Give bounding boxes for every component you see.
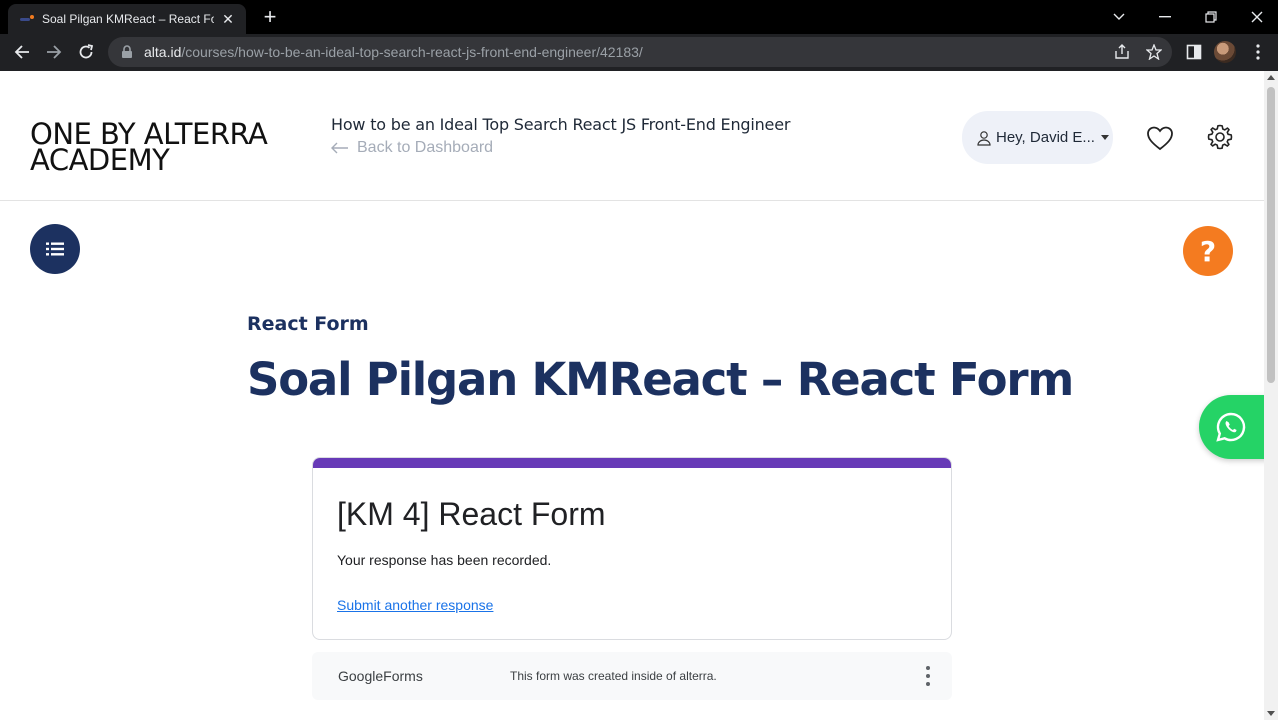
submit-another-response-link[interactable]: Submit another response <box>337 597 493 613</box>
help-button[interactable]: ? <box>1183 226 1233 276</box>
gear-icon[interactable] <box>1206 123 1234 151</box>
left-arrow-icon <box>331 142 348 154</box>
tab-search-icon[interactable] <box>1096 0 1142 34</box>
page-scrollbar[interactable] <box>1264 71 1278 720</box>
lesson-title: Soal Pilgan KMReact – React Form <box>247 353 1074 406</box>
heart-icon[interactable] <box>1146 125 1174 151</box>
more-options-icon[interactable] <box>924 666 932 686</box>
browser-titlebar: Soal Pilgan KMReact – React Form ✕ + <box>0 0 1278 34</box>
chevron-down-icon <box>1100 135 1109 140</box>
google-forms-logo-forms: Forms <box>383 668 423 684</box>
browser-toolbar: alta.id/courses/how-to-be-an-ideal-top-s… <box>0 34 1278 71</box>
scroll-up-icon[interactable] <box>1267 75 1275 80</box>
tab-title: Soal Pilgan KMReact – React Form <box>42 12 214 26</box>
browser-menu-icon[interactable] <box>1248 42 1268 62</box>
form-title: [KM 4] React Form <box>337 496 606 532</box>
user-greeting: Hey, David E... <box>996 129 1095 146</box>
user-menu-button[interactable]: Hey, David E... <box>962 111 1113 164</box>
new-tab-button[interactable]: + <box>260 6 280 28</box>
google-forms-logo[interactable]: GoogleForms <box>338 668 423 684</box>
google-forms-footer: GoogleForms This form was created inside… <box>312 652 952 700</box>
section-label: React Form <box>247 313 369 335</box>
address-bar[interactable]: alta.id/courses/how-to-be-an-ideal-top-s… <box>108 37 1172 67</box>
list-icon <box>46 242 64 256</box>
form-confirmation-message: Your response has been recorded. <box>337 552 552 568</box>
google-form-card: [KM 4] React Form Your response has been… <box>312 457 952 640</box>
whatsapp-icon <box>1216 412 1246 442</box>
scrollbar-thumb[interactable] <box>1267 87 1275 383</box>
tab-close-icon[interactable]: ✕ <box>220 11 236 27</box>
whatsapp-button[interactable] <box>1199 395 1264 459</box>
google-forms-logo-google: Google <box>338 668 384 684</box>
browser-tab[interactable]: Soal Pilgan KMReact – React Form ✕ <box>8 4 246 34</box>
course-outline-button[interactable] <box>30 224 80 274</box>
reload-icon[interactable] <box>72 38 100 66</box>
side-panel-icon[interactable] <box>1184 42 1204 62</box>
scroll-down-icon[interactable] <box>1267 711 1275 716</box>
url-path: /courses/how-to-be-an-ideal-top-search-r… <box>181 44 643 60</box>
site-logo[interactable]: ONE BY ALTERRA ACADEMY <box>30 120 310 175</box>
profile-avatar[interactable] <box>1214 41 1236 63</box>
share-icon[interactable] <box>1112 42 1132 62</box>
page-content: ONE BY ALTERRA ACADEMY How to be an Idea… <box>0 71 1264 720</box>
favicon-icon <box>18 11 34 27</box>
minimize-icon[interactable] <box>1142 0 1188 34</box>
back-to-dashboard-link[interactable]: Back to Dashboard <box>331 139 493 157</box>
site-header: ONE BY ALTERRA ACADEMY How to be an Idea… <box>0 71 1264 201</box>
user-icon <box>977 130 991 146</box>
back-link-label: Back to Dashboard <box>357 139 494 156</box>
restore-icon[interactable] <box>1188 0 1234 34</box>
forward-arrow-icon[interactable] <box>40 38 68 66</box>
close-window-icon[interactable] <box>1234 0 1278 34</box>
course-title: How to be an Ideal Top Search React JS F… <box>331 115 791 134</box>
lock-icon <box>122 45 132 58</box>
back-arrow-icon[interactable] <box>8 38 36 66</box>
form-footer-note: This form was created inside of alterra. <box>510 669 717 683</box>
bookmark-star-icon[interactable] <box>1144 42 1164 62</box>
form-accent-bar <box>313 458 951 468</box>
url-host: alta.id <box>144 44 182 60</box>
